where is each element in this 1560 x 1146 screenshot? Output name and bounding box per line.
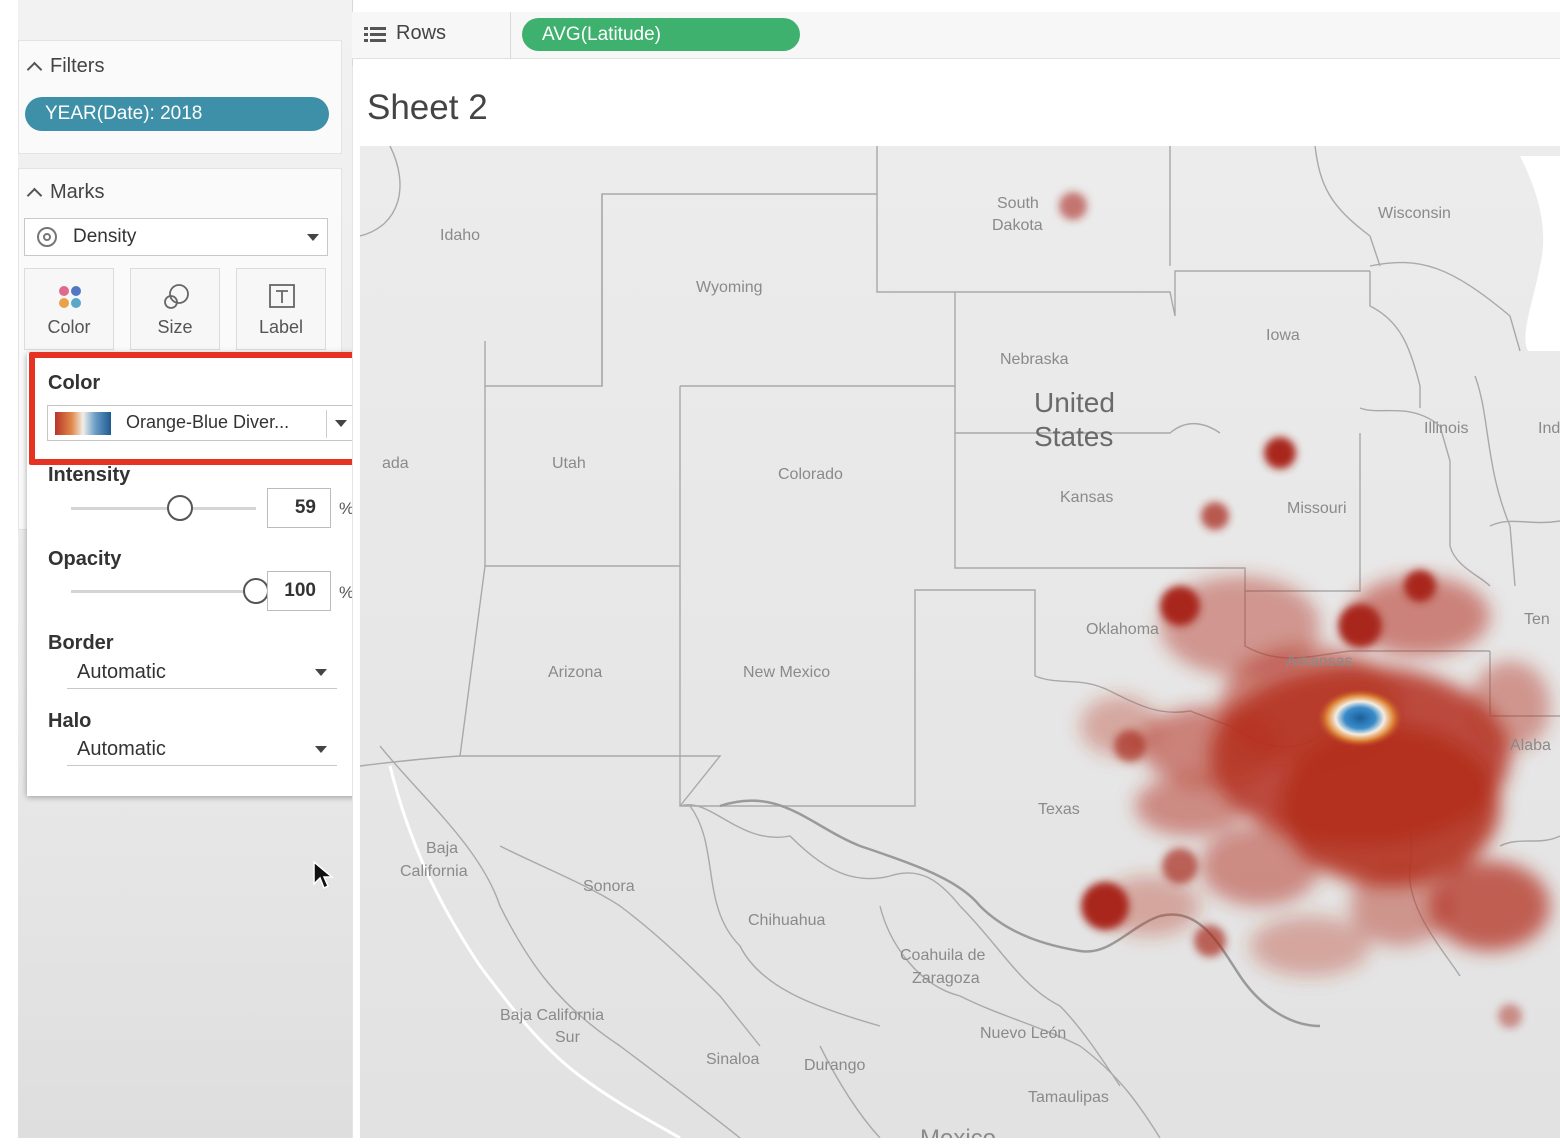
- collapse-icon: [26, 187, 43, 203]
- map-label: Dakota: [992, 217, 1043, 234]
- map-label: Wyoming: [696, 279, 763, 296]
- filters-title: Filters: [50, 55, 105, 77]
- marks-title: Marks: [50, 181, 105, 203]
- border-label: Border: [48, 632, 114, 654]
- map-label: Ten: [1524, 611, 1550, 628]
- rows-label: Rows: [396, 22, 447, 44]
- map-label: Ind: [1538, 420, 1560, 437]
- map-label: Nebraska: [1000, 351, 1069, 368]
- map-label: Coahuila de: [900, 947, 986, 964]
- collapse-icon: [26, 61, 43, 77]
- opacity-slider-track[interactable]: [71, 590, 256, 593]
- chevron-down-icon: [315, 746, 327, 753]
- map-label: Kansas: [1060, 489, 1113, 506]
- border-value: Automatic: [77, 661, 166, 683]
- marks-label-button[interactable]: Label: [236, 268, 326, 350]
- map-label: Oklahoma: [1086, 621, 1159, 638]
- map-label: Tamaulipas: [1028, 1089, 1109, 1106]
- map-label: ada: [382, 455, 409, 472]
- rows-shelf: Rows AVG(Latitude): [352, 12, 1560, 59]
- country-label-line2: States: [1034, 421, 1113, 452]
- marks-label-label: Label: [258, 317, 304, 337]
- filters-header[interactable]: Filters: [26, 55, 105, 78]
- map-label: South: [997, 195, 1039, 212]
- map-label: Iowa: [1266, 327, 1300, 344]
- marks-size-label: Size: [157, 317, 193, 337]
- map-label: Alaba: [1510, 737, 1551, 754]
- chevron-down-icon: [315, 669, 327, 676]
- shelf-divider: [510, 12, 511, 58]
- filters-card: Filters YEAR(Date): 2018: [18, 40, 342, 154]
- map-label: Baja: [426, 840, 458, 857]
- opacity-slider-thumb[interactable]: [243, 578, 269, 604]
- map-label: Sinaloa: [706, 1051, 759, 1068]
- opacity-label: Opacity: [48, 548, 122, 570]
- map-label: Wisconsin: [1378, 205, 1451, 222]
- map-label: Baja California: [500, 1007, 604, 1024]
- highlight-annotation: [29, 352, 378, 465]
- map-label: Texas: [1038, 801, 1080, 818]
- intensity-slider-thumb[interactable]: [167, 495, 194, 521]
- map-label: California: [400, 863, 468, 880]
- halo-value: Automatic: [77, 738, 166, 760]
- map-label: Sonora: [583, 878, 635, 895]
- map-label: Sur: [555, 1029, 581, 1046]
- mark-type-dropdown[interactable]: Density: [24, 218, 328, 256]
- marks-header[interactable]: Marks: [26, 181, 105, 204]
- size-icon: [164, 284, 189, 309]
- rows-pill-avg-latitude[interactable]: AVG(Latitude): [522, 18, 800, 51]
- map-label: Illinois: [1424, 420, 1468, 437]
- country-label-line1: United: [1034, 387, 1115, 418]
- map-label: Zaragoza: [912, 970, 980, 987]
- map-label: Utah: [552, 455, 586, 472]
- halo-dropdown[interactable]: Automatic: [67, 732, 337, 766]
- map-label: Arkansas: [1286, 653, 1353, 670]
- map-label: Colorado: [778, 466, 843, 483]
- map-label: Mexico: [920, 1125, 996, 1138]
- filter-pill-year[interactable]: YEAR(Date): 2018: [25, 97, 329, 131]
- map-label: New Mexico: [743, 664, 830, 681]
- rows-icon: [364, 27, 386, 42]
- intensity-slider-track[interactable]: [71, 507, 256, 510]
- marks-size-button[interactable]: Size: [130, 268, 220, 350]
- map-label: Chihuahua: [748, 912, 826, 929]
- map-label: Durango: [804, 1057, 865, 1074]
- intensity-label: Intensity: [48, 464, 131, 486]
- map-label: Nuevo León: [980, 1025, 1066, 1042]
- color-dots-icon: [59, 286, 81, 308]
- density-icon: [37, 227, 57, 247]
- chevron-down-icon: [307, 234, 319, 241]
- marks-color-button[interactable]: Color: [24, 268, 114, 350]
- sheet-title: Sheet 2: [367, 88, 488, 127]
- density-map[interactable]: Idaho Wyoming South Dakota Wisconsin Iow…: [360, 146, 1560, 1138]
- map-label: Idaho: [440, 227, 480, 244]
- halo-label: Halo: [48, 710, 92, 732]
- label-icon: [269, 284, 295, 308]
- map-label: Missouri: [1287, 500, 1347, 517]
- mark-type-value: Density: [73, 226, 137, 247]
- mouse-pointer-icon: [313, 860, 334, 890]
- opacity-input[interactable]: 100: [267, 571, 331, 611]
- map-label: Arizona: [548, 664, 602, 681]
- intensity-input[interactable]: 59: [267, 488, 331, 528]
- density-peak: [1316, 688, 1404, 748]
- marks-color-label: Color: [47, 317, 91, 337]
- border-dropdown[interactable]: Automatic: [67, 655, 337, 689]
